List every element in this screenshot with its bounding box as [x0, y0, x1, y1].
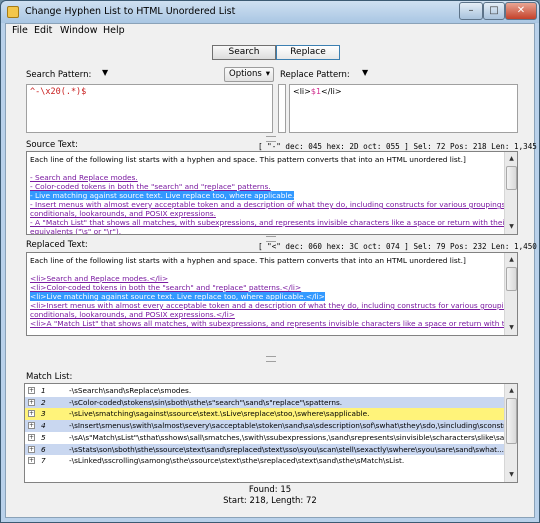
match-text: -\sInsert\smenus\swith\salmost\severy\sa…: [69, 421, 505, 431]
match-row[interactable]: + 1 -\sSearch\sand\sReplace\smodes.: [25, 385, 505, 397]
source-line: conditionals, lookarounds, and POSIX exp…: [30, 209, 216, 218]
source-scrollbar[interactable]: ▲ ▼: [504, 152, 517, 234]
replaced-line: <li>A "Match List" that shows all matche…: [30, 319, 518, 328]
source-stats: [ "-" dec: 045 hex: 2D oct: 055 ] Sel: 7…: [258, 142, 537, 151]
expand-icon[interactable]: +: [28, 398, 35, 406]
maximize-button[interactable]: □: [483, 2, 505, 20]
match-row[interactable]: + 5 -\sA\s"Match\sList"\sthat\sshows\sal…: [25, 432, 505, 444]
minimize-button[interactable]: –: [459, 2, 483, 20]
match-row[interactable]: + 7 -\sLinked\sscrolling\samong\sthe\sso…: [25, 455, 505, 467]
match-number: 2: [41, 397, 46, 407]
match-text: -\sColor-coded\stokens\sin\sboth\sthe\s"…: [69, 397, 343, 407]
title-bar[interactable]: Change Hyphen List to HTML Unordered Lis…: [1, 1, 539, 23]
match-number: 7: [41, 456, 46, 466]
replaced-line: <li>Insert menus with almost every accep…: [30, 301, 518, 310]
replaced-line: <li>Color-coded tokens in both the "sear…: [30, 283, 302, 292]
app-icon: [7, 6, 19, 18]
replaced-selected-line: <li>Live matching against source text. L…: [30, 292, 325, 301]
scroll-up-icon[interactable]: ▲: [506, 153, 517, 164]
source-selected-line: - Live matching against source text. Liv…: [30, 191, 295, 200]
found-count: Found: 15: [248, 485, 292, 495]
replace-pattern-menu-icon[interactable]: ▼: [362, 68, 368, 77]
window-title: Change Hyphen List to HTML Unordered Lis…: [25, 6, 236, 17]
source-line: - Color-coded tokens in both the "search…: [30, 182, 271, 191]
scroll-thumb[interactable]: [506, 267, 517, 291]
source-text-area[interactable]: Each line of the following list starts w…: [26, 151, 518, 235]
replace-pattern-prefix: <li>: [293, 87, 311, 96]
expand-icon[interactable]: +: [28, 457, 35, 465]
scroll-down-icon[interactable]: ▼: [506, 221, 517, 232]
match-list[interactable]: + 1 -\sSearch\sand\sReplace\smodes. + 2 …: [24, 383, 518, 483]
menu-edit[interactable]: Edit: [34, 25, 52, 36]
menu-file[interactable]: File: [12, 25, 28, 36]
options-dropdown[interactable]: Options ▾: [224, 67, 274, 82]
close-button[interactable]: ✕: [505, 2, 537, 20]
match-position: Start: 218, Length: 72: [223, 496, 317, 506]
replaced-line: Each line of the following list starts w…: [30, 256, 466, 265]
match-row-selected[interactable]: + 3 -\sLive\smatching\sagainst\ssource\s…: [25, 408, 505, 421]
scroll-up-icon[interactable]: ▲: [506, 385, 517, 396]
match-text: -\sLive\smatching\sagainst\ssource\stext…: [69, 409, 370, 419]
replace-pattern-input[interactable]: <li>$1</li>: [289, 84, 518, 133]
replaced-line: <li>Search and Replace modes.</li>: [30, 274, 169, 283]
source-line: Each line of the following list starts w…: [30, 155, 466, 164]
client-area: File Edit Window Help Search Replace Sea…: [5, 23, 537, 518]
replace-mode-button[interactable]: Replace: [276, 45, 340, 60]
source-line: - Insert menus with almost every accepta…: [30, 200, 508, 209]
expand-icon[interactable]: +: [28, 433, 35, 441]
search-pattern-input[interactable]: ^-\x20(.*)$: [26, 84, 273, 133]
match-number: 3: [41, 409, 46, 419]
scroll-up-icon[interactable]: ▲: [506, 254, 517, 265]
expand-icon[interactable]: +: [28, 410, 35, 418]
scroll-thumb[interactable]: [506, 166, 517, 190]
expand-icon[interactable]: +: [28, 387, 35, 394]
scroll-down-icon[interactable]: ▼: [506, 322, 517, 333]
match-text: -\sA\s"Match\sList"\sthat\sshows\sall\sm…: [69, 432, 505, 442]
match-text: -\sLinked\sscrolling\samong\sthe\ssource…: [69, 456, 405, 466]
replaced-text-label: Replaced Text:: [26, 240, 88, 250]
match-list-label: Match List:: [26, 372, 73, 382]
menu-bar: File Edit Window Help: [6, 24, 534, 39]
menu-window[interactable]: Window: [60, 25, 97, 36]
match-number: 4: [41, 421, 46, 431]
app-window: Change Hyphen List to HTML Unordered Lis…: [0, 0, 540, 523]
match-number: 6: [41, 444, 46, 454]
match-number: 1: [41, 386, 46, 395]
source-line: - Search and Replace modes.: [30, 173, 138, 182]
menu-help[interactable]: Help: [103, 25, 125, 36]
replace-pattern-variable: $1: [310, 87, 322, 96]
search-pattern-label: Search Pattern:: [26, 70, 92, 80]
chevron-down-icon: ▾: [265, 69, 270, 79]
match-row[interactable]: + 4 -\sInsert\smenus\swith\salmost\sever…: [25, 420, 505, 432]
replaced-text-area[interactable]: Each line of the following list starts w…: [26, 252, 518, 336]
source-text-label: Source Text:: [26, 140, 78, 150]
match-number: 5: [41, 432, 46, 442]
search-pattern-menu-icon[interactable]: ▼: [102, 68, 108, 77]
options-label: Options: [229, 69, 262, 79]
match-row[interactable]: + 6 -\sStats\son\sboth\sthe\ssource\stex…: [25, 443, 505, 456]
expand-icon[interactable]: +: [28, 422, 35, 430]
scroll-down-icon[interactable]: ▼: [506, 469, 517, 480]
replace-pattern-label: Replace Pattern:: [280, 70, 350, 80]
match-text: -\sStats\son\sboth\sthe\ssource\stext\sa…: [69, 444, 504, 454]
source-line: - A "Match List" that shows all matches,…: [30, 218, 518, 227]
replaced-stats: [ "<" dec: 060 hex: 3C oct: 074 ] Sel: 7…: [258, 242, 537, 251]
scroll-thumb[interactable]: [506, 398, 517, 444]
replace-pattern-suffix: </li>: [321, 87, 342, 96]
match-text: -\sSearch\sand\sReplace\smodes.: [69, 386, 192, 395]
splitter-grip-icon[interactable]: [266, 356, 276, 362]
replaced-line: conditionals, lookarounds, and POSIX exp…: [30, 310, 235, 319]
search-mode-button[interactable]: Search: [212, 45, 276, 60]
search-pattern-text: ^-\x20(.*)$: [30, 87, 87, 97]
expand-icon[interactable]: +: [28, 445, 35, 453]
pattern-splitter[interactable]: [278, 84, 286, 133]
source-line: equivalents ("\s" or "\r").: [30, 227, 122, 235]
replaced-scrollbar[interactable]: ▲ ▼: [504, 253, 517, 335]
match-list-scrollbar[interactable]: ▲ ▼: [504, 384, 517, 482]
match-row[interactable]: + 2 -\sColor-coded\stokens\sin\sboth\sth…: [25, 396, 505, 409]
